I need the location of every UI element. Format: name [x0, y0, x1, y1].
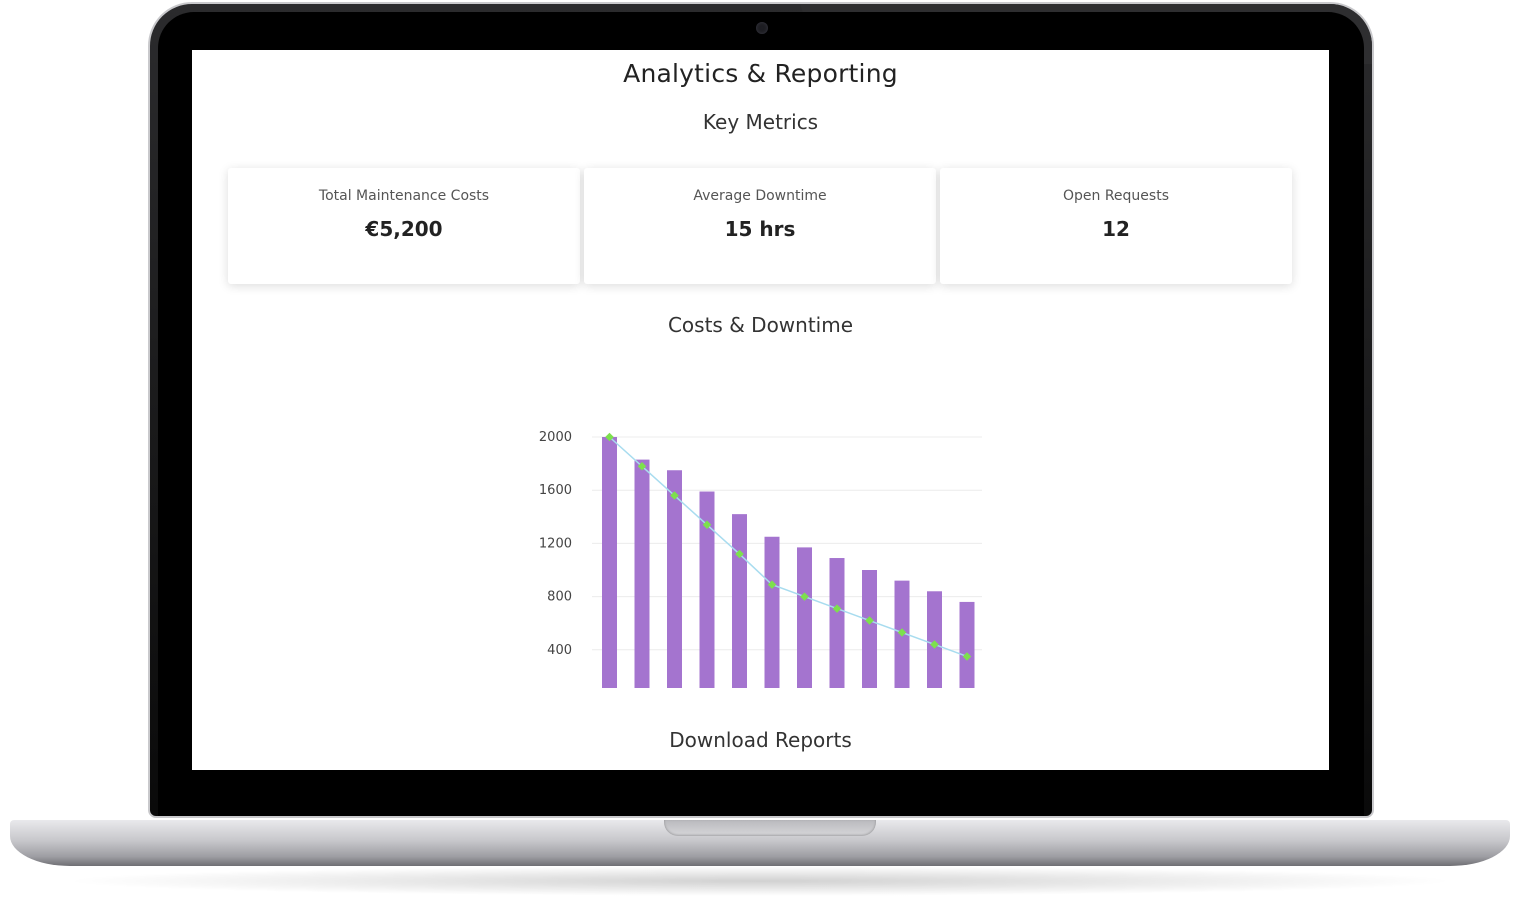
chart-bar — [602, 437, 617, 703]
metrics-row: Total Maintenance Costs €5,200 Average D… — [228, 168, 1292, 284]
key-metrics-heading: Key Metrics — [702, 110, 819, 134]
y-tick-label: 2000 — [539, 430, 572, 445]
chart-bar — [862, 570, 877, 703]
chart-bar — [959, 601, 975, 703]
page-title: Analytics & Reporting — [623, 59, 898, 88]
chart-heading: Costs & Downtime — [667, 313, 854, 337]
y-tick-label: 800 — [547, 590, 572, 605]
download-reports-heading: Download Reports — [669, 728, 852, 752]
chart-line — [608, 436, 968, 658]
laptop-mockup: Analytics & Reporting Key Metrics Total … — [0, 0, 1520, 920]
base-notch — [664, 820, 876, 836]
camera-icon — [756, 22, 768, 34]
metric-value: 15 hrs — [724, 217, 796, 241]
laptop-base — [10, 820, 1510, 866]
y-tick-label: 1200 — [539, 536, 572, 551]
metric-label: Total Maintenance Costs — [318, 188, 490, 204]
chart-bar — [634, 459, 650, 703]
metric-card-open-requests: Open Requests 12 — [940, 168, 1292, 284]
metric-value: €5,200 — [365, 217, 443, 241]
app-screen: Analytics & Reporting Key Metrics Total … — [192, 50, 1329, 770]
laptop-shadow — [60, 866, 1460, 896]
y-tick-label: 400 — [547, 643, 572, 658]
chart-bar — [797, 547, 812, 703]
metric-card-downtime: Average Downtime 15 hrs — [584, 168, 936, 284]
y-tick-label: 1600 — [539, 483, 572, 498]
costs-downtime-chart: 0400800120016002000NovDecJanFebMarAprMay… — [532, 368, 1002, 725]
chart-svg: 0400800120016002000NovDecJanFebMarAprMay… — [539, 430, 982, 725]
chart-bar — [667, 470, 682, 703]
metric-label: Open Requests — [1062, 188, 1169, 204]
metric-value: 12 — [1102, 217, 1130, 241]
metric-label: Average Downtime — [693, 188, 827, 204]
chart-bar — [829, 558, 845, 703]
chart-bar — [764, 536, 780, 703]
chart-bar — [732, 514, 747, 703]
metric-card-costs: Total Maintenance Costs €5,200 — [228, 168, 580, 284]
chart-bar — [927, 591, 942, 703]
